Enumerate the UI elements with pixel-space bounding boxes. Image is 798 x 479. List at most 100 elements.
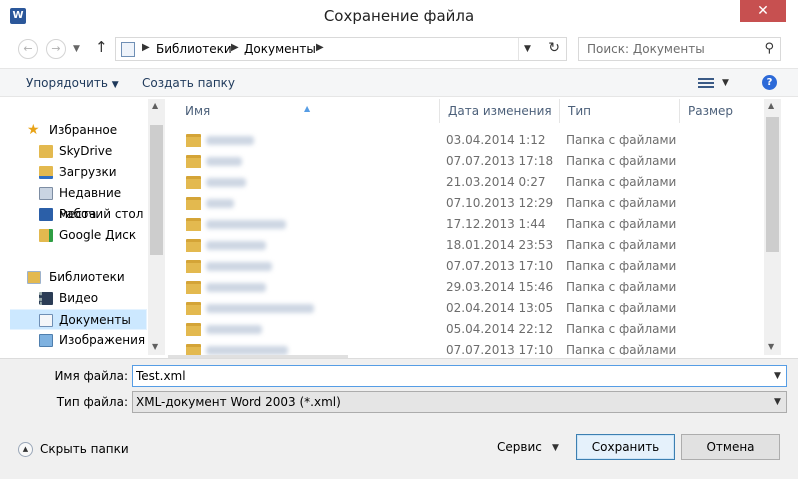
file-row[interactable]: 07.10.2013 12:29 Папка с файлами [168,193,764,214]
folder-icon [186,239,201,252]
nav-item-label: Видео [59,291,99,305]
scroll-down-icon[interactable]: ▼ [768,342,774,351]
collapse-up-icon: ▲ [18,442,33,457]
nav-item-documents[interactable]: Документы [10,309,147,330]
chevron-right-icon[interactable]: ▶ [316,42,324,53]
cancel-button[interactable]: Отмена [681,434,780,460]
nav-item-videos[interactable]: Видео [10,288,147,309]
search-box[interactable]: Поиск: Документы ⚲ [578,37,781,61]
nav-item-desktop[interactable]: Рабочий стол [10,204,147,225]
file-name-blurred [206,199,234,208]
file-row[interactable]: 17.12.2013 1:44 Папка с файлами [168,214,764,235]
filename-input[interactable] [132,365,787,387]
tools-menu[interactable]: Сервис [497,440,542,454]
scrollbar-thumb[interactable] [150,125,163,255]
folder-icon [186,176,201,189]
folder-icon [186,134,201,147]
address-history-dropdown-icon[interactable]: ▼ [524,44,531,54]
organize-label: Упорядочить [26,76,108,90]
chevron-down-icon[interactable]: ▼ [722,78,729,88]
downloads-folder-icon [39,166,53,179]
scroll-up-icon[interactable]: ▲ [152,101,158,110]
save-button[interactable]: Сохранить [576,434,675,460]
nav-item-label: Загрузки [59,165,117,179]
column-header-date[interactable]: Дата изменения [440,99,560,123]
scroll-up-icon[interactable]: ▲ [768,101,774,110]
folder-icon [186,197,201,210]
file-type: Папка с файлами [566,217,677,231]
file-name-blurred [206,283,266,292]
help-icon[interactable]: ? [762,75,777,90]
view-options-icon[interactable] [698,76,714,90]
close-button[interactable]: ✕ [740,0,786,22]
chevron-right-icon[interactable]: ▶ [231,42,239,53]
nav-item-label: Рабочий стол [59,207,144,221]
file-row[interactable]: 07.07.2013 17:18 Папка с файлами [168,151,764,172]
organize-menu[interactable]: Упорядочить ▼ [26,76,119,90]
file-row[interactable]: 29.03.2014 15:46 Папка с файлами [168,277,764,298]
address-bar[interactable]: ▶ Библиотеки ▶ Документы ▶ ▼ ↻ [115,37,567,61]
file-row[interactable]: 07.07.2013 17:10 Папка с файлами [168,340,764,355]
column-header-name[interactable]: Имя ▲ [168,99,440,123]
nav-item-google-drive[interactable]: Google Диск [10,225,147,246]
file-type: Папка с файлами [566,175,677,189]
file-row[interactable]: 07.07.2013 17:10 Папка с файлами [168,256,764,277]
nav-libraries[interactable]: Библиотеки [10,267,147,288]
column-header-size[interactable]: Размер [680,99,764,123]
forward-button[interactable]: → [46,39,66,59]
file-list: Имя ▲ Дата изменения Тип Размер 03.04.20… [168,99,764,355]
file-type: Папка с файлами [566,301,677,315]
file-row[interactable]: 02.04.2014 13:05 Папка с файлами [168,298,764,319]
new-folder-button[interactable]: Создать папку [142,76,235,90]
file-type: Папка с файлами [566,280,677,294]
file-list-scrollbar[interactable]: ▲ ▼ [764,99,781,355]
nav-item-downloads[interactable]: Загрузки [10,162,147,183]
nav-favorites-label: Избранное [49,123,118,137]
nav-favorites[interactable]: ★ Избранное [10,120,147,141]
recent-locations-icon[interactable]: ▼ [73,44,80,54]
search-icon[interactable]: ⚲ [764,41,774,56]
file-type: Папка с файлами [566,343,677,355]
star-icon: ★ [27,122,40,138]
library-icon [121,42,135,57]
chevron-down-icon[interactable]: ▼ [774,397,781,407]
file-row[interactable]: 21.03.2014 0:27 Папка с файлами [168,172,764,193]
nav-item-skydrive[interactable]: SkyDrive [10,141,147,162]
folder-icon [186,302,201,315]
nav-libraries-label: Библиотеки [49,270,125,284]
nav-item-label: SkyDrive [59,144,113,158]
chevron-right-icon[interactable]: ▶ [142,42,150,53]
filetype-select[interactable]: XML-документ Word 2003 (*.xml) [132,391,787,413]
file-date: 21.03.2014 0:27 [446,175,546,189]
filetype-label: Тип файла: [56,395,128,409]
column-header-type[interactable]: Тип [560,99,680,123]
file-name-blurred [206,136,254,145]
file-row[interactable]: 05.04.2014 22:12 Папка с файлами [168,319,764,340]
documents-icon [39,314,53,327]
file-name-blurred [206,325,262,334]
file-name-blurred [206,304,314,313]
breadcrumb-libraries[interactable]: Библиотеки [156,42,232,56]
scrollbar-thumb[interactable] [766,117,779,252]
file-row[interactable]: 18.01.2014 23:53 Папка с файлами [168,235,764,256]
toolbar: Упорядочить ▼ Создать папку ▼ [0,68,798,97]
chevron-down-icon[interactable]: ▼ [774,371,781,381]
file-row[interactable]: 03.04.2014 1:12 Папка с файлами [168,130,764,151]
file-name-blurred [206,241,266,250]
file-date: 05.04.2014 22:12 [446,322,554,336]
refresh-icon[interactable]: ↻ [548,40,560,56]
file-date: 07.07.2013 17:10 [446,343,554,355]
file-type: Папка с файлами [566,259,677,273]
nav-item-pictures[interactable]: Изображения [10,330,147,351]
up-button[interactable]: ↑ [95,38,108,56]
scroll-down-icon[interactable]: ▼ [152,342,158,351]
nav-scrollbar[interactable]: ▲ ▼ [148,99,165,355]
file-type: Папка с файлами [566,154,677,168]
breadcrumb-documents[interactable]: Документы [244,42,316,56]
folder-icon [39,145,53,158]
search-input[interactable]: Поиск: Документы [587,42,705,56]
back-button[interactable]: ← [18,39,38,59]
chevron-down-icon[interactable]: ▼ [552,443,559,453]
nav-item-recent-places[interactable]: Недавние места [10,183,147,221]
folder-icon [186,260,201,273]
